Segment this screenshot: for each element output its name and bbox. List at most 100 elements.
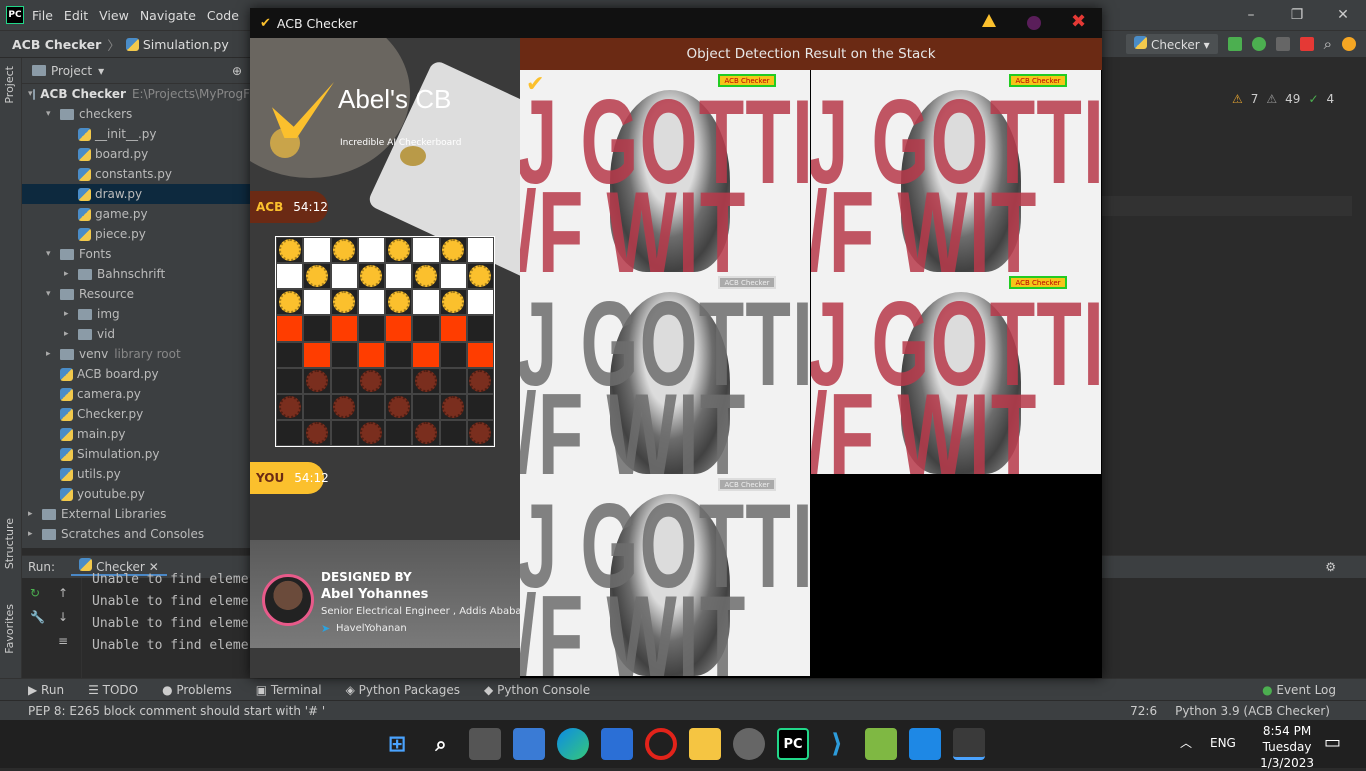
tab-problems[interactable]: ● Problems <box>162 683 232 697</box>
board-square[interactable] <box>276 263 304 290</box>
board-square[interactable] <box>303 237 331 264</box>
search-icon[interactable]: ⌕ <box>1324 35 1332 53</box>
board-square[interactable] <box>466 367 494 394</box>
board-square[interactable] <box>466 263 494 290</box>
settings-icon[interactable] <box>733 728 765 760</box>
checker-piece[interactable] <box>442 291 465 314</box>
board-square[interactable] <box>330 419 358 446</box>
checker-piece[interactable] <box>360 421 383 444</box>
soft-wrap-icon[interactable]: ≡ <box>58 634 68 648</box>
board-square[interactable] <box>276 419 304 446</box>
board-square[interactable] <box>330 367 358 394</box>
board-square[interactable] <box>330 263 358 290</box>
board-square[interactable] <box>439 289 467 316</box>
checker-piece[interactable] <box>469 369 492 392</box>
board-square[interactable] <box>357 315 385 342</box>
checker-piece[interactable] <box>278 239 301 262</box>
board-square[interactable] <box>357 419 385 446</box>
windows-start-icon[interactable]: ⊞ <box>381 728 413 760</box>
board-square[interactable] <box>330 315 358 342</box>
stop-icon[interactable] <box>1299 37 1314 51</box>
board-square[interactable] <box>466 237 494 264</box>
tree-item[interactable]: ▸ img <box>22 304 250 324</box>
tree-item[interactable]: game.py <box>22 204 250 224</box>
tree-item[interactable]: ▸ vid <box>22 324 250 344</box>
tree-item[interactable]: ▸ External Libraries <box>22 504 250 524</box>
checker-piece[interactable] <box>442 239 465 262</box>
board-square[interactable] <box>412 315 440 342</box>
board-square[interactable] <box>276 289 304 316</box>
tab-run[interactable]: ▶ Run <box>28 683 64 697</box>
designer-handle[interactable]: HavelYohanan <box>336 623 407 634</box>
widgets-icon[interactable] <box>513 728 545 760</box>
tab-python-packages[interactable]: ◈ Python Packages <box>346 683 460 697</box>
board-square[interactable] <box>412 263 440 290</box>
vscode-icon[interactable]: ⟩ <box>821 728 853 760</box>
tree-item[interactable]: youtube.py <box>22 484 250 504</box>
board-square[interactable] <box>466 315 494 342</box>
board-square[interactable] <box>276 315 304 342</box>
cursor-position[interactable]: 72:6 <box>1130 704 1157 718</box>
board-square[interactable] <box>439 237 467 264</box>
tree-item[interactable]: Simulation.py <box>22 444 250 464</box>
board-square[interactable] <box>385 315 413 342</box>
board-square[interactable] <box>276 341 304 368</box>
close-icon[interactable]: ✖ <box>1071 11 1086 32</box>
tree-item[interactable]: Checker.py <box>22 404 250 424</box>
maximize-circle-icon[interactable] <box>1027 16 1041 30</box>
checker-piece[interactable] <box>469 421 492 444</box>
board-square[interactable] <box>412 419 440 446</box>
tree-item[interactable]: piece.py <box>22 224 250 244</box>
tree-item[interactable]: camera.py <box>22 384 250 404</box>
tool-favorites[interactable]: Favorites <box>3 604 16 654</box>
board-square[interactable] <box>439 367 467 394</box>
tree-item[interactable]: ▾ ACB Checker E:\Projects\MyProgF <box>22 84 250 104</box>
tree-item[interactable]: ▾ checkers <box>22 104 250 124</box>
checker-piece[interactable] <box>278 395 301 418</box>
board-square[interactable] <box>412 237 440 264</box>
board-square[interactable] <box>439 393 467 420</box>
checker-piece[interactable] <box>469 265 492 288</box>
chevron-right-icon[interactable]: ▸ <box>64 309 78 319</box>
board-square[interactable] <box>303 393 331 420</box>
board-square[interactable] <box>303 289 331 316</box>
board-square[interactable] <box>412 393 440 420</box>
checker-piece[interactable] <box>414 265 437 288</box>
search-icon[interactable]: ⌕ <box>425 728 457 760</box>
checker-piece[interactable] <box>387 239 410 262</box>
checker-piece[interactable] <box>305 369 328 392</box>
tree-item[interactable]: constants.py <box>22 164 250 184</box>
tree-item[interactable]: ACB board.py <box>22 364 250 384</box>
board-square[interactable] <box>276 393 304 420</box>
board-square[interactable] <box>276 367 304 394</box>
tree-item[interactable]: main.py <box>22 424 250 444</box>
checker-piece[interactable] <box>442 395 465 418</box>
close-icon[interactable]: ✕ <box>1320 0 1366 30</box>
board-square[interactable] <box>466 289 494 316</box>
board-square[interactable] <box>385 289 413 316</box>
board-square[interactable] <box>385 263 413 290</box>
board-square[interactable] <box>276 237 304 264</box>
board-square[interactable] <box>357 289 385 316</box>
checker-piece[interactable] <box>360 369 383 392</box>
settings-gear-icon[interactable]: ⚙ <box>1325 560 1336 574</box>
notepad-icon[interactable] <box>865 728 897 760</box>
task-view-icon[interactable] <box>469 728 501 760</box>
board-square[interactable] <box>303 315 331 342</box>
board-square[interactable] <box>466 419 494 446</box>
tree-item[interactable]: board.py <box>22 144 250 164</box>
checker-piece[interactable] <box>305 265 328 288</box>
board-square[interactable] <box>385 237 413 264</box>
tool-structure[interactable]: Structure <box>3 518 16 569</box>
board-square[interactable] <box>357 263 385 290</box>
media-player-icon[interactable] <box>909 728 941 760</box>
board-square[interactable] <box>330 289 358 316</box>
board-square[interactable] <box>412 367 440 394</box>
checker-piece[interactable] <box>305 421 328 444</box>
checker-piece[interactable] <box>414 421 437 444</box>
status-message[interactable]: PEP 8: E265 block comment should start w… <box>28 704 325 718</box>
checker-piece[interactable] <box>333 239 356 262</box>
menu-edit[interactable]: Edit <box>64 8 88 23</box>
minimize-triangle-icon[interactable] <box>982 14 996 27</box>
project-panel-title[interactable]: Project <box>51 64 92 78</box>
